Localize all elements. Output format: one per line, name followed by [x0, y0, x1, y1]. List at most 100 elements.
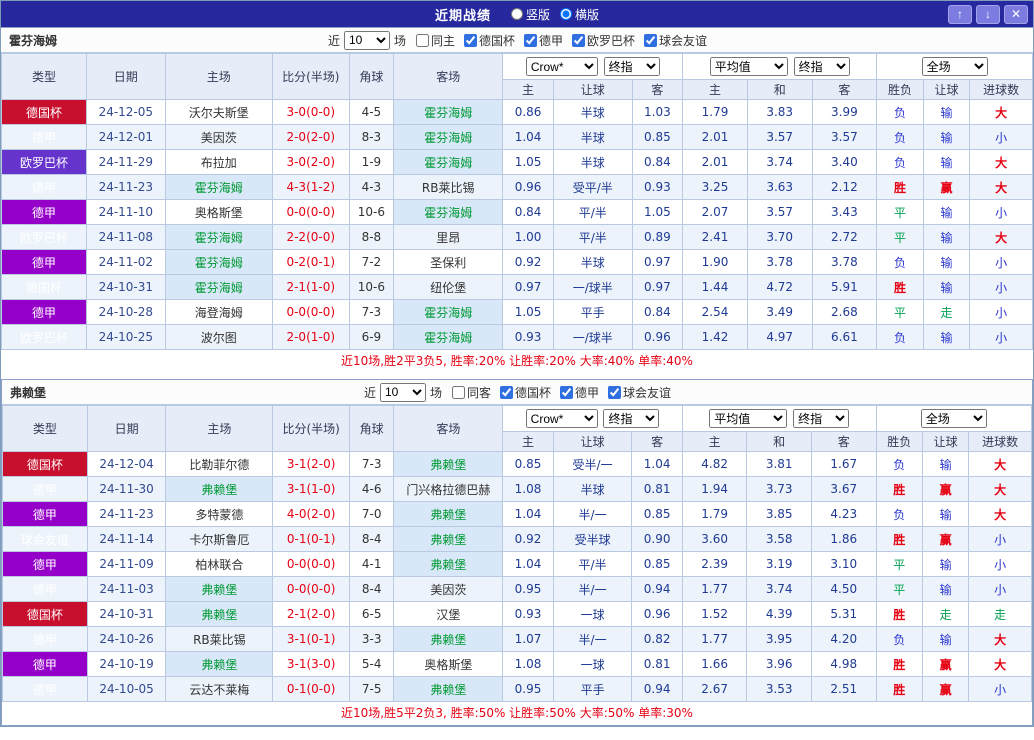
corner-score: 8-4: [348, 576, 395, 602]
vertical-radio[interactable]: [510, 8, 523, 20]
col-type: 类型: [1, 53, 87, 100]
col-avg-home: 主: [681, 431, 748, 452]
league-checkbox[interactable]: [560, 385, 574, 399]
close-button[interactable]: ✕: [1004, 4, 1028, 24]
filter-bar: 弗赖堡 近 10 场 同客 德国杯 德甲 球会友谊: [2, 380, 1032, 405]
away-team: 霍芬海姆: [393, 199, 504, 225]
win-lose-result: 胜: [876, 274, 924, 300]
col-handicap-result: 让球: [922, 79, 971, 100]
move-down-button[interactable]: ↓: [976, 4, 1000, 24]
col-odds-away: 客: [631, 79, 684, 100]
league-checkbox[interactable]: [524, 33, 537, 47]
league-checkbox[interactable]: [500, 385, 513, 399]
recent-count-select[interactable]: 10: [343, 30, 390, 50]
home-team: RB莱比锡: [165, 626, 274, 652]
match-row: 德国杯 24-12-05 沃尔夫斯堡 3-0(0-0) 4-5 霍芬海姆 0.86 半球 1.0…: [1, 99, 1033, 125]
win-lose-result: 胜: [875, 651, 923, 677]
match-score: 2-0(2-0): [271, 124, 350, 150]
avg-odds-home: 1.79: [682, 99, 748, 125]
win-lose-result: 负: [875, 451, 923, 477]
handicap-odds-home: 0.86: [502, 99, 554, 125]
bookmaker-mode-select[interactable]: 终指: [603, 409, 660, 428]
handicap-odds-home: 0.92: [502, 249, 554, 275]
avg-odds-away: 4.50: [810, 576, 877, 602]
match-score: 2-1(1-0): [271, 274, 350, 300]
league-filter[interactable]: 德国杯: [500, 384, 551, 401]
win-lose-result: 平: [875, 551, 923, 577]
goals-result: 小: [969, 299, 1033, 325]
league-filter[interactable]: 欧罗巴杯: [572, 32, 635, 49]
match-date: 24-11-10: [85, 199, 166, 225]
same-venue-checkbox[interactable]: [415, 33, 429, 47]
layout-option-vertical[interactable]: 竖版: [510, 6, 550, 23]
league-filter[interactable]: 德甲: [524, 32, 563, 49]
bookmaker-mode-select[interactable]: 终指: [603, 57, 660, 76]
competition-badge: 德甲: [2, 551, 88, 577]
away-team: 霍芬海姆: [393, 324, 504, 350]
handicap-line: 半/一: [552, 576, 633, 602]
handicap-odds-away: 0.94: [631, 576, 683, 602]
match-row: 欧罗巴杯 24-11-29 布拉加 3-0(2-0) 1-9 霍芬海姆 1.05 半球 0.84…: [1, 149, 1033, 175]
avg-odds-away: 1.67: [810, 451, 877, 477]
goals-result: 小: [969, 274, 1033, 300]
handicap-odds-home: 1.05: [502, 149, 554, 175]
corner-score: 7-0: [348, 501, 395, 527]
avg-odds-draw: 3.81: [746, 451, 812, 477]
average-select[interactable]: 平均值: [709, 57, 788, 76]
match-filters: 近 10 场 同主 德国杯 德甲 欧罗巴杯 球会友谊: [327, 30, 707, 50]
goals-result: 小: [969, 124, 1033, 150]
layout-option-horizontal[interactable]: 横版: [560, 6, 599, 23]
away-team: 弗赖堡: [393, 501, 504, 527]
win-lose-result: 胜: [875, 676, 923, 702]
goals-result: 小: [969, 249, 1033, 275]
league-filter[interactable]: 球会友谊: [644, 32, 707, 49]
avg-odds-draw: 3.74: [746, 149, 813, 175]
away-team: 霍芬海姆: [393, 124, 504, 150]
same-venue-filter[interactable]: 同主: [415, 32, 455, 49]
away-team: 弗赖堡: [393, 451, 504, 477]
handicap-line: 半球: [552, 249, 633, 275]
recent-count-select[interactable]: 10: [379, 382, 426, 402]
summary-line: 近10场,胜2平3负5, 胜率:20% 让胜率:20% 大率:40% 单率:40…: [1, 350, 1033, 373]
handicap-line: 平/半: [552, 224, 633, 250]
league-checkbox[interactable]: [644, 33, 658, 47]
avg-odds-away: 4.20: [810, 626, 877, 652]
league-label: 球会友谊: [659, 33, 708, 48]
league-checkbox[interactable]: [608, 385, 622, 399]
win-lose-result: 负: [875, 626, 923, 652]
match-score: 0-2(0-1): [271, 249, 350, 275]
handicap-odds-home: 1.04: [502, 501, 554, 527]
league-label: 德甲: [539, 33, 564, 48]
average-mode-select[interactable]: 终指: [793, 409, 850, 428]
league-filter[interactable]: 球会友谊: [608, 384, 671, 401]
average-select[interactable]: 平均值: [709, 409, 788, 428]
average-mode-select[interactable]: 终指: [793, 57, 850, 76]
avg-odds-away: 3.99: [811, 99, 878, 125]
league-filter[interactable]: 德甲: [560, 384, 599, 401]
bookmaker-select[interactable]: Crow*: [525, 57, 598, 76]
goals-result: 小: [969, 324, 1033, 350]
match-filters: 近 10 场 同客 德国杯 德甲 球会友谊: [363, 382, 671, 402]
match-row: 德甲 24-11-09 柏林联合 0-0(0-0) 4-1 弗赖堡 1.04 平/半 0.85 2…: [2, 551, 1032, 577]
corner-score: 7-3: [348, 451, 395, 477]
handicap-odds-away: 0.84: [631, 149, 684, 175]
bookmaker-select[interactable]: Crow*: [525, 409, 598, 428]
scope-select[interactable]: 全场: [921, 57, 988, 76]
win-lose-result: 负: [876, 99, 924, 125]
league-filter[interactable]: 德国杯: [463, 32, 515, 49]
handicap-result: 赢: [921, 676, 970, 702]
recent-label: 近: [363, 385, 376, 400]
avg-odds-draw: 3.74: [746, 576, 812, 602]
same-venue-filter[interactable]: 同客: [451, 384, 491, 401]
team-name: 弗赖堡: [10, 385, 47, 400]
move-up-button[interactable]: ↑: [948, 4, 972, 24]
scope-select[interactable]: 全场: [920, 409, 987, 428]
avg-odds-draw: 3.57: [746, 199, 813, 225]
avg-odds-away: 1.86: [810, 526, 877, 552]
corner-score: 8-4: [348, 526, 395, 552]
same-venue-checkbox[interactable]: [451, 385, 465, 399]
league-checkbox[interactable]: [572, 33, 586, 47]
horizontal-radio[interactable]: [560, 8, 572, 20]
match-score: 4-0(2-0): [272, 501, 350, 527]
league-checkbox[interactable]: [463, 33, 477, 47]
